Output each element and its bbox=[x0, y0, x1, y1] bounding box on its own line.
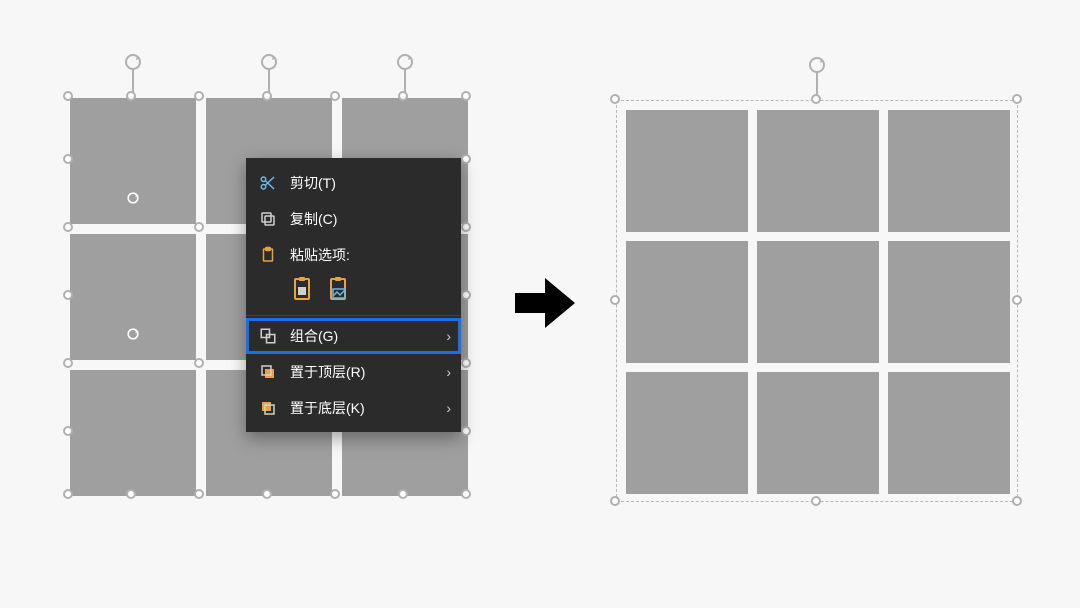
selection-handle[interactable] bbox=[194, 222, 204, 232]
shape-cell bbox=[626, 241, 748, 363]
selection-handle[interactable] bbox=[610, 295, 620, 305]
menu-group-label: 组合(G) bbox=[290, 326, 338, 346]
menu-bring-front[interactable]: 置于顶层(R) › bbox=[246, 354, 461, 390]
copy-icon bbox=[258, 209, 278, 229]
shape-cell bbox=[888, 110, 1010, 232]
shape-cell bbox=[757, 241, 879, 363]
selection-handle[interactable] bbox=[194, 358, 204, 368]
paste-keep-source[interactable] bbox=[290, 273, 316, 303]
selection-handle[interactable] bbox=[461, 154, 471, 164]
menu-cut-label: 剪切(T) bbox=[290, 173, 336, 193]
selection-handle[interactable] bbox=[811, 496, 821, 506]
menu-copy[interactable]: 复制(C) bbox=[246, 201, 461, 237]
chevron-right-icon: › bbox=[446, 328, 451, 344]
selection-handle[interactable] bbox=[610, 94, 620, 104]
menu-paste-label: 粘贴选项: bbox=[290, 245, 350, 265]
rotate-handle[interactable] bbox=[123, 52, 143, 72]
selection-handle[interactable] bbox=[63, 154, 73, 164]
menu-paste-title: 粘贴选项: bbox=[246, 237, 461, 273]
selection-handle[interactable] bbox=[126, 489, 136, 499]
shape-cell bbox=[757, 372, 879, 494]
selection-handle[interactable] bbox=[1012, 94, 1022, 104]
selection-handle[interactable] bbox=[461, 222, 471, 232]
selection-handle[interactable] bbox=[63, 290, 73, 300]
shape-cell bbox=[626, 372, 748, 494]
menu-send-back[interactable]: 置于底层(K) › bbox=[246, 390, 461, 426]
selection-handle[interactable] bbox=[1012, 295, 1022, 305]
chevron-right-icon: › bbox=[446, 400, 451, 416]
rotate-handle[interactable] bbox=[259, 52, 279, 72]
selection-handle[interactable] bbox=[262, 91, 272, 101]
menu-back-label: 置于底层(K) bbox=[290, 398, 365, 418]
bring-front-icon bbox=[258, 362, 278, 382]
selection-handle[interactable] bbox=[63, 489, 73, 499]
scissors-icon bbox=[258, 173, 278, 193]
selection-handle[interactable] bbox=[63, 91, 73, 101]
menu-copy-label: 复制(C) bbox=[290, 209, 337, 229]
selection-handle[interactable] bbox=[811, 94, 821, 104]
grouped-grid bbox=[626, 110, 1010, 494]
shape-cell bbox=[888, 241, 1010, 363]
grouped-shape[interactable] bbox=[616, 100, 1018, 502]
rotate-icon bbox=[125, 326, 141, 342]
rotate-icon bbox=[125, 190, 141, 206]
group-icon bbox=[258, 326, 278, 346]
selection-handle[interactable] bbox=[194, 489, 204, 499]
selection-handle[interactable] bbox=[398, 91, 408, 101]
selection-handle[interactable] bbox=[1012, 496, 1022, 506]
send-back-icon bbox=[258, 398, 278, 418]
selection-handle[interactable] bbox=[610, 496, 620, 506]
selection-handle[interactable] bbox=[461, 91, 471, 101]
rotate-handle[interactable] bbox=[807, 55, 827, 75]
selection-handle[interactable] bbox=[63, 222, 73, 232]
arrow-right-icon bbox=[510, 268, 580, 343]
menu-cut[interactable]: 剪切(T) bbox=[246, 165, 461, 201]
selection-handle[interactable] bbox=[398, 489, 408, 499]
selection-handle[interactable] bbox=[461, 426, 471, 436]
paste-as-picture[interactable] bbox=[326, 273, 352, 303]
selection-handle[interactable] bbox=[461, 290, 471, 300]
menu-group[interactable]: 组合(G) › bbox=[246, 318, 461, 354]
selection-handle[interactable] bbox=[63, 426, 73, 436]
shape-cell[interactable] bbox=[70, 370, 196, 496]
selection-handle[interactable] bbox=[63, 358, 73, 368]
paste-options-row bbox=[246, 273, 461, 313]
shape-cell bbox=[757, 110, 879, 232]
clipboard-icon bbox=[258, 245, 278, 265]
selection-handle[interactable] bbox=[461, 489, 471, 499]
selection-handle[interactable] bbox=[126, 91, 136, 101]
rotate-handle[interactable] bbox=[395, 52, 415, 72]
shape-cell bbox=[626, 110, 748, 232]
selection-handle[interactable] bbox=[262, 489, 272, 499]
selection-handle[interactable] bbox=[330, 489, 340, 499]
selection-handle[interactable] bbox=[330, 91, 340, 101]
shape-cell bbox=[888, 372, 1010, 494]
menu-front-label: 置于顶层(R) bbox=[290, 362, 365, 382]
context-menu: 剪切(T) 复制(C) 粘贴选项: 组合(G) › 置于顶层(R) › bbox=[246, 158, 461, 432]
menu-separator bbox=[246, 315, 461, 316]
selection-handle[interactable] bbox=[194, 91, 204, 101]
selection-handle[interactable] bbox=[461, 358, 471, 368]
chevron-right-icon: › bbox=[446, 364, 451, 380]
